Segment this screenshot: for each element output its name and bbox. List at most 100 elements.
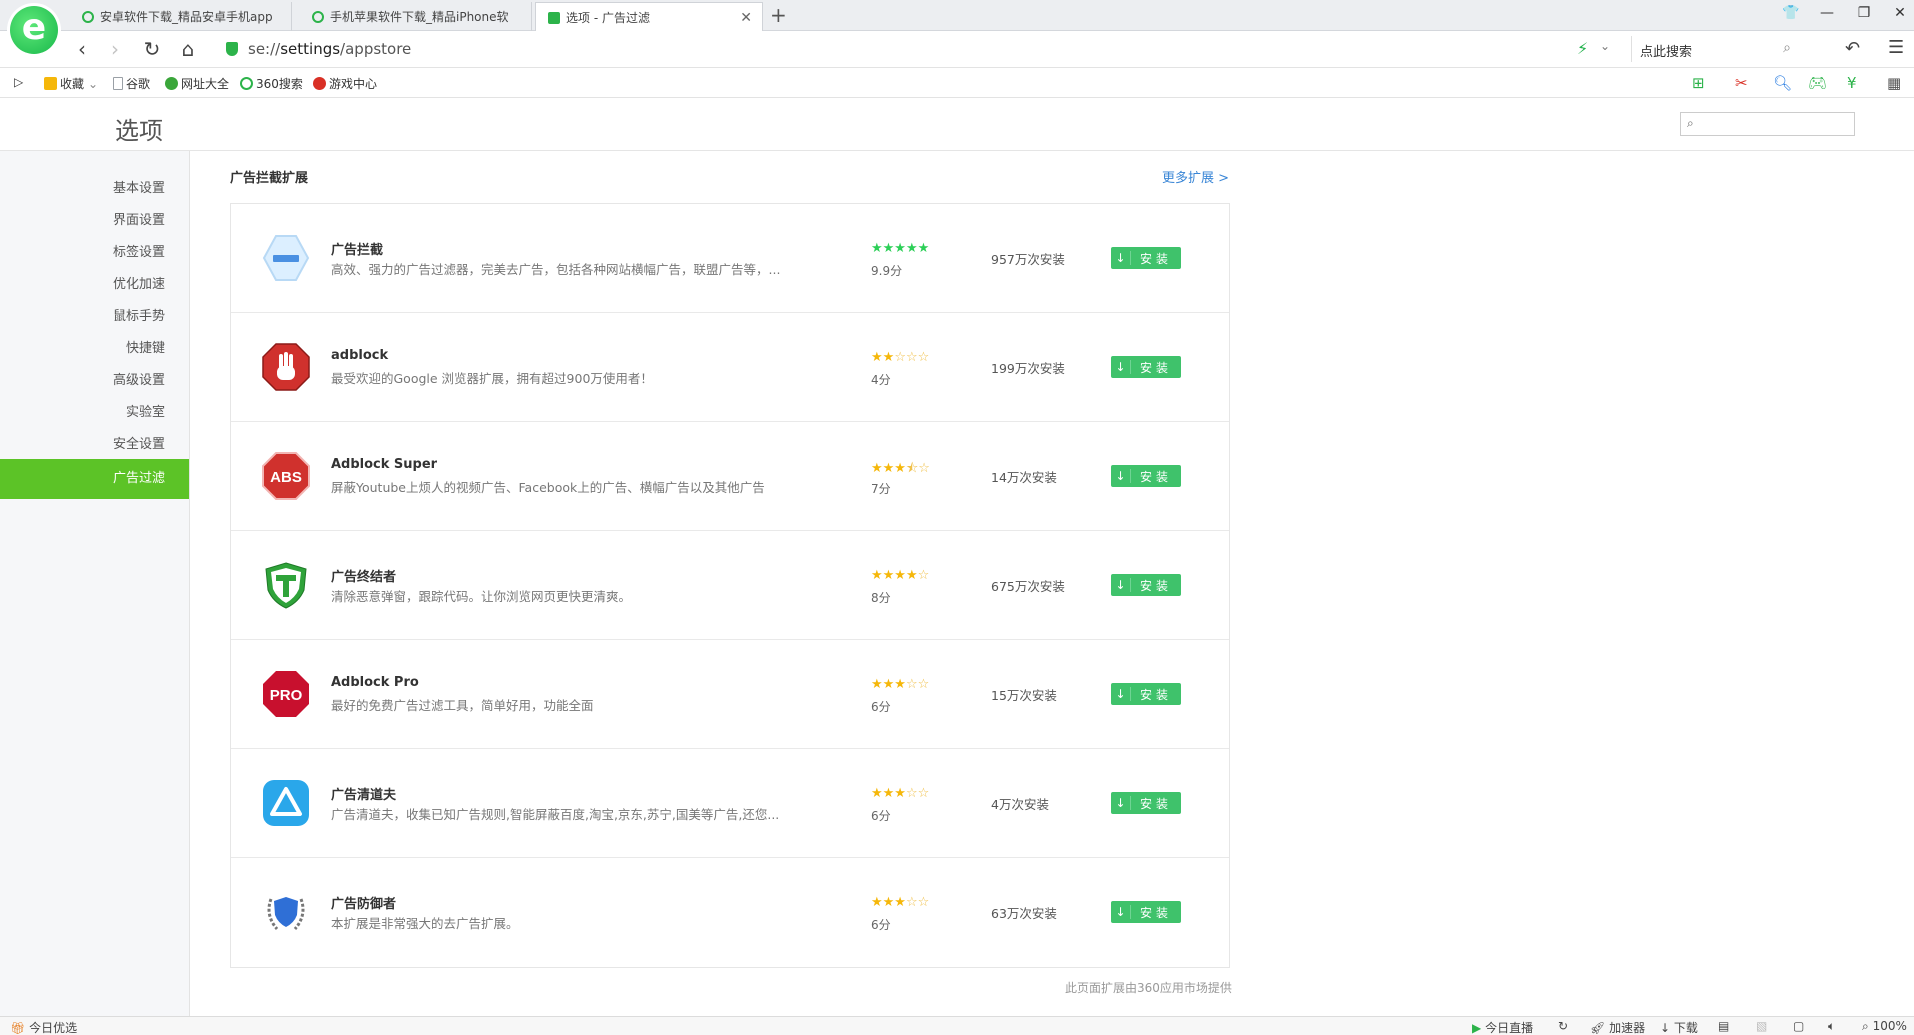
search-placeholder: 点此搜索 — [1640, 45, 1693, 60]
download-arrow-icon: ↓ — [1111, 578, 1131, 592]
install-button[interactable]: ↓ 安装 — [1111, 792, 1181, 814]
gamepad-icon[interactable]: 🎮︎ — [1808, 74, 1827, 92]
settings-search[interactable]: ⌕ — [1680, 112, 1855, 136]
browser-logo[interactable]: e — [10, 6, 58, 54]
live-today[interactable]: ▶ 今日直播 — [1472, 1019, 1533, 1035]
reader-mode-icon[interactable]: ▤ — [1718, 1019, 1729, 1033]
extension-name: Adblock Super — [331, 457, 438, 472]
sidebar-item-basic[interactable]: 基本设置 — [113, 177, 165, 196]
sidebar-item-tabs[interactable]: 标签设置 — [113, 241, 165, 260]
undo-close-icon[interactable]: ↶ — [1845, 38, 1860, 59]
main-menu-icon[interactable]: ☰ — [1888, 37, 1904, 58]
address-input[interactable]: se://settings/appstore — [248, 40, 411, 58]
list-item: 广告拦截 高效、强力的广告过滤器，完美去广告，包括各种网站横幅广告，联盟广告等，… — [231, 204, 1229, 313]
sidebar-item-shortcuts[interactable]: 快捷键 — [126, 337, 165, 356]
provider-footnote: 此页面扩展由360应用市场提供 — [1065, 981, 1232, 995]
bookmark-google[interactable]: 谷歌 — [113, 75, 150, 92]
skin-icon[interactable]: 👕 — [1779, 5, 1803, 21]
tab-close-icon[interactable]: ✕ — [730, 10, 752, 26]
new-tab-button[interactable]: + — [770, 4, 787, 26]
stop-hand-icon — [262, 343, 310, 391]
daily-picks[interactable]: 🎁︎ 今日优选 — [10, 1019, 77, 1035]
list-item: adblock 最受欢迎的Google 浏览器扩展，拥有超过900万使用者！ ★… — [231, 313, 1229, 422]
more-extensions-link[interactable]: 更多扩展 > — [1162, 167, 1229, 186]
section-title: 广告拦截扩展 — [230, 171, 309, 186]
extension-desc: 广告清道夫，收集已知广告规则,智能屏蔽百度,淘宝,京东,苏宁,国美等广告,还您.… — [331, 807, 780, 822]
install-button[interactable]: ↓ 安装 — [1111, 465, 1181, 487]
rating-score: 6分 — [871, 918, 891, 932]
install-label: 安装 — [1139, 905, 1172, 920]
install-button[interactable]: ↓ 安装 — [1111, 683, 1181, 705]
screenshot-scissors-icon[interactable]: ✂ — [1735, 74, 1748, 92]
daily-picks-label: 今日优选 — [29, 1021, 78, 1035]
restore-button[interactable]: ❐ — [1852, 5, 1876, 21]
sidebar-item-advanced[interactable]: 高级设置 — [113, 369, 165, 388]
rating-score: 7分 — [871, 482, 891, 496]
minimize-button[interactable]: — — [1815, 5, 1839, 21]
page-icon — [113, 77, 123, 90]
accelerator[interactable]: 🚀︎ 加速器 — [1590, 1019, 1645, 1035]
translate-icon[interactable]: ⊞ — [1692, 74, 1705, 92]
extension-desc: 最好的免费广告过滤工具，简单好用，功能全面 — [331, 698, 594, 713]
reload-button[interactable]: ↻ — [140, 38, 164, 60]
play-icon: ▶ — [1472, 1021, 1482, 1035]
bookmark-favorites[interactable]: 收藏 ⌄ — [44, 75, 98, 92]
close-window-button[interactable]: ✕ — [1888, 5, 1912, 21]
star-icon — [44, 77, 57, 90]
back-button[interactable]: ‹ — [70, 38, 94, 60]
install-count: 957万次安装 — [991, 252, 1065, 267]
refresh-status-icon[interactable]: ↻ — [1558, 1019, 1568, 1033]
install-button[interactable]: ↓ 安装 — [1111, 901, 1181, 923]
tab-3-active[interactable]: 选项 - 广告过滤 ✕ — [535, 2, 763, 32]
wallet-icon[interactable]: ¥ — [1847, 74, 1857, 92]
install-button[interactable]: ↓ 安装 — [1111, 356, 1181, 378]
downloads[interactable]: ↓ 下载 — [1660, 1019, 1698, 1035]
extension-name: Adblock Pro — [331, 675, 419, 690]
navigation-bar: ‹ › ↻ ⌂ se://settings/appstore ⚡ ⌄ 点此搜索 … — [0, 31, 1914, 68]
list-item: PRO Adblock Pro 最好的免费广告过滤工具，简单好用，功能全面 ★★… — [231, 640, 1229, 749]
triangle-app-icon — [263, 780, 309, 826]
bookmark-360search[interactable]: 360搜索 — [240, 75, 303, 92]
apps-grid-icon[interactable]: ▦ — [1887, 74, 1901, 92]
install-button[interactable]: ↓ 安装 — [1111, 247, 1181, 269]
sidebar-toggle-icon[interactable]: ▷ — [14, 75, 23, 89]
night-mode-icon[interactable]: ▧ — [1756, 1019, 1767, 1033]
settings-search-input[interactable] — [1703, 115, 1848, 133]
install-label: 安装 — [1139, 251, 1172, 266]
extension-name: 广告防御者 — [331, 897, 397, 912]
tab-2[interactable]: 手机苹果软件下载_精品iPhone软 — [300, 2, 532, 31]
game-center-icon — [313, 77, 326, 90]
download-icon: ↓ — [1660, 1021, 1671, 1035]
sidebar-item-interface[interactable]: 界面设置 — [113, 209, 165, 228]
forward-button[interactable]: › — [103, 38, 127, 60]
zoom-level[interactable]: ⌕ 100% — [1862, 1019, 1907, 1034]
rating-stars: ★★★☆☆ — [871, 786, 930, 801]
volume-icon[interactable]: 🔈︎ — [1828, 1019, 1835, 1034]
sidebar-item-security[interactable]: 安全设置 — [113, 433, 165, 452]
360-search-icon — [240, 77, 253, 90]
extension-desc: 屏蔽Youtube上烦人的视频广告、Facebook上的广告、横幅广告以及其他广… — [331, 480, 765, 495]
install-label: 安装 — [1139, 578, 1172, 593]
bookmark-game-center[interactable]: 游戏中心 — [313, 75, 377, 92]
window-mode-icon[interactable]: ▢ — [1793, 1019, 1804, 1033]
install-count: 199万次安装 — [991, 361, 1065, 376]
magnifier-icon[interactable]: 🔍︎ — [1773, 74, 1792, 92]
sidebar-item-lab[interactable]: 实验室 — [126, 401, 165, 420]
bookmark-hao360[interactable]: 网址大全 — [165, 75, 229, 92]
install-count: 14万次安装 — [991, 470, 1057, 485]
sidebar-item-mouse-gestures[interactable]: 鼠标手势 — [113, 305, 165, 324]
sidebar-item-optimize[interactable]: 优化加速 — [113, 273, 165, 292]
tab-title: 选项 - 广告过滤 — [566, 11, 650, 25]
speed-mode-icon[interactable]: ⚡ — [1577, 39, 1588, 58]
home-button[interactable]: ⌂ — [176, 38, 200, 60]
search-box[interactable]: 点此搜索 ⌕ — [1631, 36, 1797, 62]
extension-name: 广告清道夫 — [331, 788, 397, 803]
gift-icon: 🎁︎ — [10, 1021, 26, 1035]
install-button[interactable]: ↓ 安装 — [1111, 574, 1181, 596]
tab-1[interactable]: 安卓软件下载_精品安卓手机app — [70, 2, 292, 31]
bookmark-label: 游戏中心 — [329, 77, 378, 91]
search-icon[interactable]: ⌕ — [1783, 40, 1791, 56]
sidebar-item-adfilter[interactable]: 广告过滤 — [0, 459, 189, 499]
address-dropdown-icon[interactable]: ⌄ — [1600, 39, 1610, 53]
minus-hexagon-icon — [262, 235, 310, 281]
